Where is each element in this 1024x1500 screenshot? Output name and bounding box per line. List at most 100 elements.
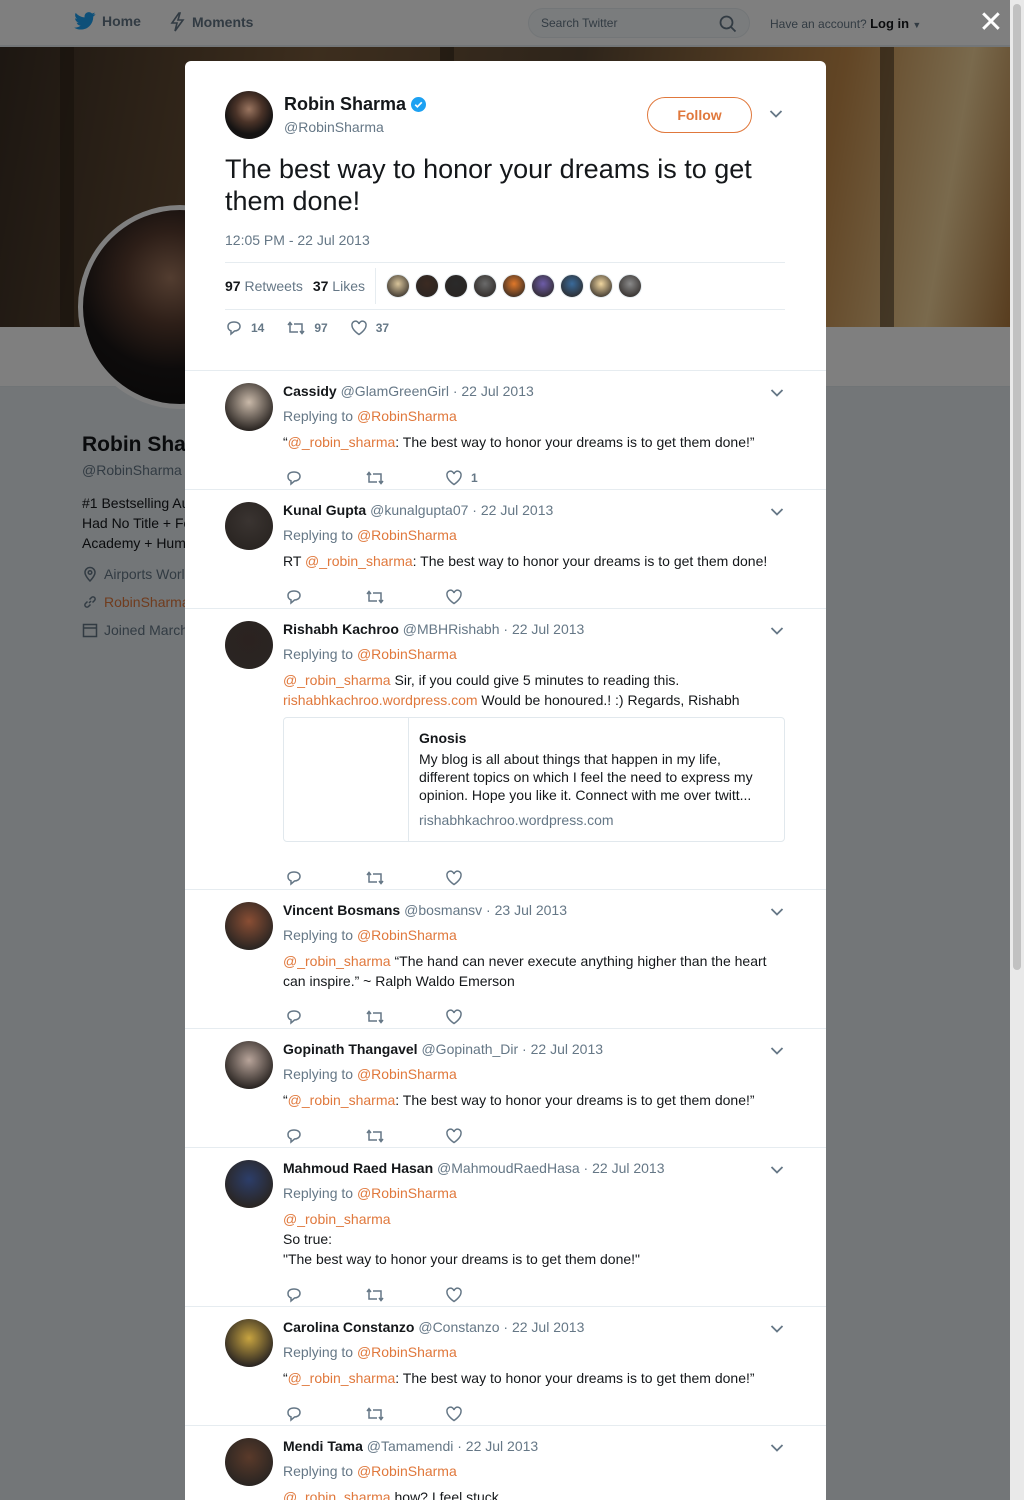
reply-author-name[interactable]: Cassidy [283,383,337,399]
author-name-row[interactable]: Robin Sharma [284,94,427,115]
reply-author-name[interactable]: Vincent Bosmans [283,902,400,918]
liker-avatar[interactable] [414,274,439,298]
url-link[interactable]: rishabhkachroo.wordpress.com [283,692,478,708]
like-button[interactable] [445,1128,525,1144]
reply-tweet[interactable]: Cassidy @GlamGreenGirl · 22 Jul 2013 Rep… [185,371,826,490]
reply-button[interactable] [285,1287,365,1303]
reply-author-name[interactable]: Mahmoud Raed Hasan [283,1160,433,1176]
reply-author-handle[interactable]: @Gopinath_Dir [421,1041,518,1057]
mention-link[interactable]: @_robin_sharma [288,1092,396,1108]
follow-button[interactable]: Follow [647,97,752,133]
reply-button[interactable] [285,1128,365,1144]
reply-button[interactable] [285,589,365,605]
close-icon[interactable]: ✕ [978,8,1004,38]
retweet-button[interactable] [365,470,445,486]
reply-author-handle[interactable]: @MBHRishabh [403,621,500,637]
mention-link[interactable]: @_robin_sharma [288,1370,396,1386]
liker-avatar[interactable] [501,274,526,298]
reply-avatar[interactable] [225,1438,273,1486]
liker-avatar[interactable] [617,274,642,298]
like-button[interactable]: 37 [350,320,389,336]
chevron-down-icon[interactable] [769,109,783,119]
replying-to-link[interactable]: @RobinSharma [357,927,457,943]
mention-link[interactable]: @_robin_sharma [305,553,413,569]
like-button[interactable] [445,1287,525,1303]
reply-tweet[interactable]: Kunal Gupta @kunalgupta07 · 22 Jul 2013 … [185,490,826,609]
like-button[interactable]: 1 [445,470,525,486]
reply-button[interactable] [285,1406,365,1422]
reply-author-handle[interactable]: @Tamamendi [367,1438,454,1454]
reply-author-handle[interactable]: @kunalgupta07 [370,502,468,518]
like-button[interactable] [445,870,525,886]
scrollbar[interactable] [1010,0,1024,1500]
reply-date[interactable]: 22 Jul 2013 [461,383,533,399]
reply-author-handle[interactable]: @GlamGreenGirl [341,383,449,399]
reply-date[interactable]: 22 Jul 2013 [481,502,553,518]
card-title[interactable]: Gnosis [419,730,772,746]
author-handle[interactable]: @RobinSharma [284,119,384,135]
link-card[interactable]: Gnosis My blog is all about things that … [283,717,785,842]
replying-to-link[interactable]: @RobinSharma [357,1463,457,1479]
reply-avatar[interactable] [225,383,273,431]
author-avatar[interactable] [225,91,273,139]
liker-avatar[interactable] [559,274,584,298]
reply-date[interactable]: 22 Jul 2013 [531,1041,603,1057]
reply-author-handle[interactable]: @bosmansv [404,902,482,918]
retweet-button[interactable]: 97 [286,320,328,336]
retweets-stat[interactable]: 97 Retweets [225,278,303,294]
reply-button[interactable]: 14 [225,320,264,336]
chevron-down-icon[interactable] [770,1443,784,1453]
reply-avatar[interactable] [225,502,273,550]
scrollbar-thumb[interactable] [1013,4,1021,970]
reply-avatar[interactable] [225,1041,273,1089]
reply-avatar[interactable] [225,621,273,669]
replying-to-link[interactable]: @RobinSharma [357,1344,457,1360]
mention-link[interactable]: @_robin_sharma [288,434,396,450]
liker-avatar[interactable] [530,274,555,298]
replying-to-link[interactable]: @RobinSharma [357,646,457,662]
reply-date[interactable]: 22 Jul 2013 [466,1438,538,1454]
mention-link[interactable]: @_robin_sharma [283,1209,783,1229]
like-button[interactable] [445,1009,525,1025]
reply-author-handle[interactable]: @MahmoudRaedHasa [437,1160,580,1176]
card-image[interactable] [284,718,409,841]
reply-button[interactable] [285,1009,365,1025]
chevron-down-icon[interactable] [770,626,784,636]
chevron-down-icon[interactable] [770,907,784,917]
liker-avatar[interactable] [443,274,468,298]
chevron-down-icon[interactable] [770,388,784,398]
reply-tweet[interactable]: Rishabh Kachroo @MBHRishabh · 22 Jul 201… [185,609,826,890]
replying-to-link[interactable]: @RobinSharma [357,408,457,424]
reply-button[interactable] [285,870,365,886]
retweet-button[interactable] [365,1128,445,1144]
reply-avatar[interactable] [225,902,273,950]
replying-to-link[interactable]: @RobinSharma [357,527,457,543]
liker-avatar[interactable] [385,274,410,298]
retweet-button[interactable] [365,1287,445,1303]
card-url[interactable]: rishabhkachroo.wordpress.com [419,812,772,828]
replying-to-link[interactable]: @RobinSharma [357,1185,457,1201]
mention-link[interactable]: @_robin_sharma [283,953,391,969]
reply-avatar[interactable] [225,1160,273,1208]
chevron-down-icon[interactable] [770,507,784,517]
reply-author-name[interactable]: Gopinath Thangavel [283,1041,418,1057]
reply-date[interactable]: 22 Jul 2013 [512,621,584,637]
chevron-down-icon[interactable] [770,1165,784,1175]
reply-author-name[interactable]: Kunal Gupta [283,502,366,518]
reply-date[interactable]: 23 Jul 2013 [495,902,567,918]
chevron-down-icon[interactable] [770,1324,784,1334]
reply-tweet[interactable]: Mahmoud Raed Hasan @MahmoudRaedHasa · 22… [185,1148,826,1307]
liker-avatar[interactable] [588,274,613,298]
reply-author-name[interactable]: Mendi Tama [283,1438,363,1454]
reply-author-name[interactable]: Carolina Constanzo [283,1319,414,1335]
reply-avatar[interactable] [225,1319,273,1367]
author-name[interactable]: Robin Sharma [284,94,406,115]
mention-link[interactable]: @_robin_sharma [283,672,391,688]
likes-stat[interactable]: 37 Likes [313,278,365,294]
retweet-button[interactable] [365,1009,445,1025]
chevron-down-icon[interactable] [770,1046,784,1056]
liker-avatar[interactable] [472,274,497,298]
reply-author-name[interactable]: Rishabh Kachroo [283,621,399,637]
reply-tweet[interactable]: Carolina Constanzo @Constanzo · 22 Jul 2… [185,1307,826,1426]
reply-author-handle[interactable]: @Constanzo [418,1319,499,1335]
